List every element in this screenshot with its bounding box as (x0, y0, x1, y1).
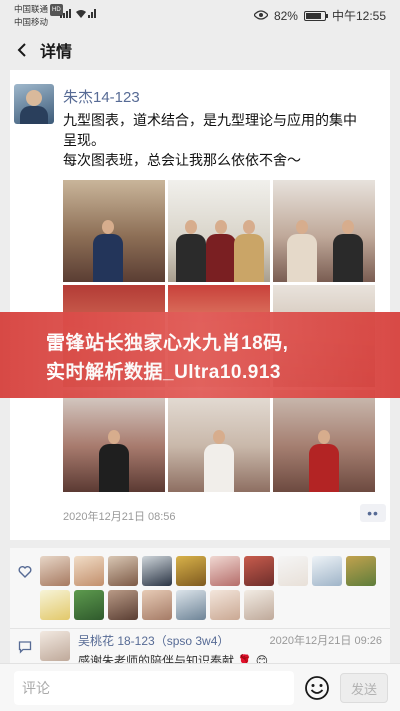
post-photo-2[interactable] (168, 180, 270, 282)
comment-time: 2020年12月21日 09:26 (269, 635, 382, 647)
post-timestamp: 2020年12月21日 08:56 (63, 511, 176, 523)
top-bar: 详情 (0, 30, 400, 70)
commenter-name[interactable]: 吴桃花 18-123（spso 3w4） (78, 632, 229, 649)
battery-percent: 82% (273, 8, 298, 23)
eye-icon (253, 9, 269, 23)
liker-avatar[interactable] (346, 556, 376, 586)
banner-line-2: 实时解析数据_Ultra10.913 (46, 362, 281, 383)
photo-figure (204, 430, 234, 492)
liker-avatars-row-2 (40, 590, 274, 620)
post-photo-8[interactable] (168, 390, 270, 492)
comment-item[interactable]: 吴桃花 18-123（spso 3w4） 2020年12月21日 09:26 感… (10, 629, 390, 667)
liker-avatar[interactable] (176, 590, 206, 620)
back-button[interactable] (4, 32, 40, 68)
liker-avatar[interactable] (108, 556, 138, 586)
commenter-avatar[interactable] (40, 631, 70, 661)
overlay-banner: 雷锋站长独家心水九肖18码, 实时解析数据_Ultra10.913 (0, 312, 400, 398)
post-text-line: 九型图表，道术结合，是九型理论与应用的集中 (63, 112, 357, 128)
post-photo-7[interactable] (63, 390, 165, 492)
photo-figure (309, 430, 339, 492)
post-text: 九型图表，道术结合，是九型理论与应用的集中 呈现。 每次图表班，总会让我那么依依… (63, 110, 383, 170)
carrier-2: 中国移动 (14, 16, 49, 27)
status-right: 82% 中午12:55 (253, 7, 386, 24)
photo-figure (176, 220, 206, 282)
more-actions-button[interactable]: •• (360, 504, 386, 522)
liker-avatar[interactable] (40, 556, 70, 586)
carrier-1: 中国联通 (14, 4, 49, 14)
photo-figure (206, 220, 236, 282)
photo-figure (93, 220, 123, 282)
liker-avatar[interactable] (278, 556, 308, 586)
liker-avatar[interactable] (142, 556, 172, 586)
status-bar: 中国联通 HD 中国移动 82% 中午12:55 (0, 0, 400, 30)
post-text-line: 每次图表班，总会让我那么依依不舍～ (63, 152, 301, 168)
liker-avatar[interactable] (74, 556, 104, 586)
page-title: 详情 (40, 44, 73, 61)
likes-section (10, 548, 390, 628)
liker-avatar[interactable] (142, 590, 172, 620)
author-avatar[interactable] (14, 84, 54, 124)
liker-avatar[interactable] (74, 590, 104, 620)
liker-avatar[interactable] (312, 556, 342, 586)
post-photo-3[interactable] (273, 180, 375, 282)
photo-figure (287, 220, 317, 282)
photo-figure (99, 430, 129, 492)
liker-avatars-row-1 (40, 556, 376, 586)
chevron-left-icon (17, 43, 26, 57)
clock: 中午12:55 (331, 9, 386, 23)
smiley-icon[interactable] (303, 674, 331, 702)
signal-icon (60, 8, 96, 20)
send-button[interactable]: 发送 (340, 673, 388, 703)
carrier-info: 中国联通 HD 中国移动 (14, 3, 63, 28)
heart-icon (18, 565, 32, 578)
moment-post: 朱杰14-123 九型图表，道术结合，是九型理论与应用的集中 呈现。 每次图表班… (10, 70, 390, 540)
post-photo-1[interactable] (63, 180, 165, 282)
battery-fill (305, 12, 321, 19)
banner-line-1: 雷锋站长独家心水九肖18码, (46, 333, 289, 354)
photo-figure (234, 220, 264, 282)
liker-avatar[interactable] (244, 590, 274, 620)
comment-input[interactable] (14, 671, 294, 705)
battery-icon (303, 10, 328, 21)
liker-avatar[interactable] (210, 590, 240, 620)
author-name[interactable]: 朱杰14-123 (63, 86, 140, 107)
post-photo-9[interactable] (273, 390, 375, 492)
comment-input-bar: 发送 (0, 663, 400, 711)
liker-avatar[interactable] (244, 556, 274, 586)
photo-figure (333, 220, 363, 282)
liker-avatar[interactable] (176, 556, 206, 586)
post-text-line: 呈现。 (63, 132, 105, 148)
liker-avatar[interactable] (108, 590, 138, 620)
comment-icon (18, 641, 32, 654)
liker-avatar[interactable] (210, 556, 240, 586)
liker-avatar[interactable] (40, 590, 70, 620)
